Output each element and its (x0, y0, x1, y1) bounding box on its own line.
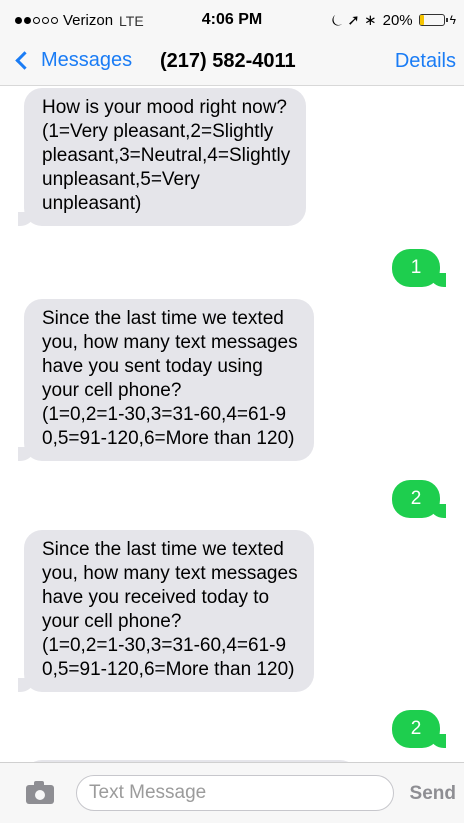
back-button[interactable]: Messages (12, 49, 132, 72)
battery-icon (418, 14, 448, 26)
message-text: 1 (410, 257, 422, 278)
incoming-message[interactable]: How is your mood right now? (1=Very plea… (17, 88, 307, 226)
message-text: How is your mood right now? (1=Very plea… (42, 97, 291, 214)
details-button[interactable]: Details (395, 50, 456, 73)
outgoing-message[interactable]: 2 (392, 480, 446, 518)
send-button[interactable]: Send (410, 783, 456, 805)
incoming-message[interactable]: Since the last time we texted you, how m… (18, 299, 314, 461)
message-text: 2 (410, 488, 422, 509)
chevron-left-icon (15, 51, 34, 70)
message-input[interactable]: Text Message (76, 775, 394, 811)
outgoing-message[interactable]: 1 (392, 249, 446, 287)
outgoing-message[interactable]: 2 (392, 710, 446, 748)
charging-icon: ϟ (449, 13, 456, 27)
incoming-message[interactable]: Since the last time we texted you, how m… (18, 530, 314, 692)
back-label: Messages (41, 49, 133, 71)
status-icons: ⏾ ➚ ∗ 20% ϟ (331, 11, 456, 30)
message-text: Since the last time we texted you, how m… (42, 539, 298, 680)
message-thread[interactable]: How is your mood right now? (1=Very plea… (0, 86, 464, 762)
message-text: Since the last time we texted you, how m… (42, 308, 298, 449)
status-bar: Verizon LTE 4:06 PM ⏾ ➚ ∗ 20% ϟ (0, 0, 464, 40)
status-glyphs-icon: ⏾ ➚ ∗ (331, 12, 377, 29)
conversation-title: (217) 582-4011 (160, 50, 296, 72)
navigation-bar: Messages (217) 582-4011 Details (0, 40, 464, 86)
battery-level (419, 15, 425, 25)
battery-percent: 20% (382, 11, 413, 29)
camera-icon[interactable] (26, 781, 54, 804)
compose-bar: Text Message Send (0, 762, 464, 823)
message-text: 2 (410, 718, 422, 739)
